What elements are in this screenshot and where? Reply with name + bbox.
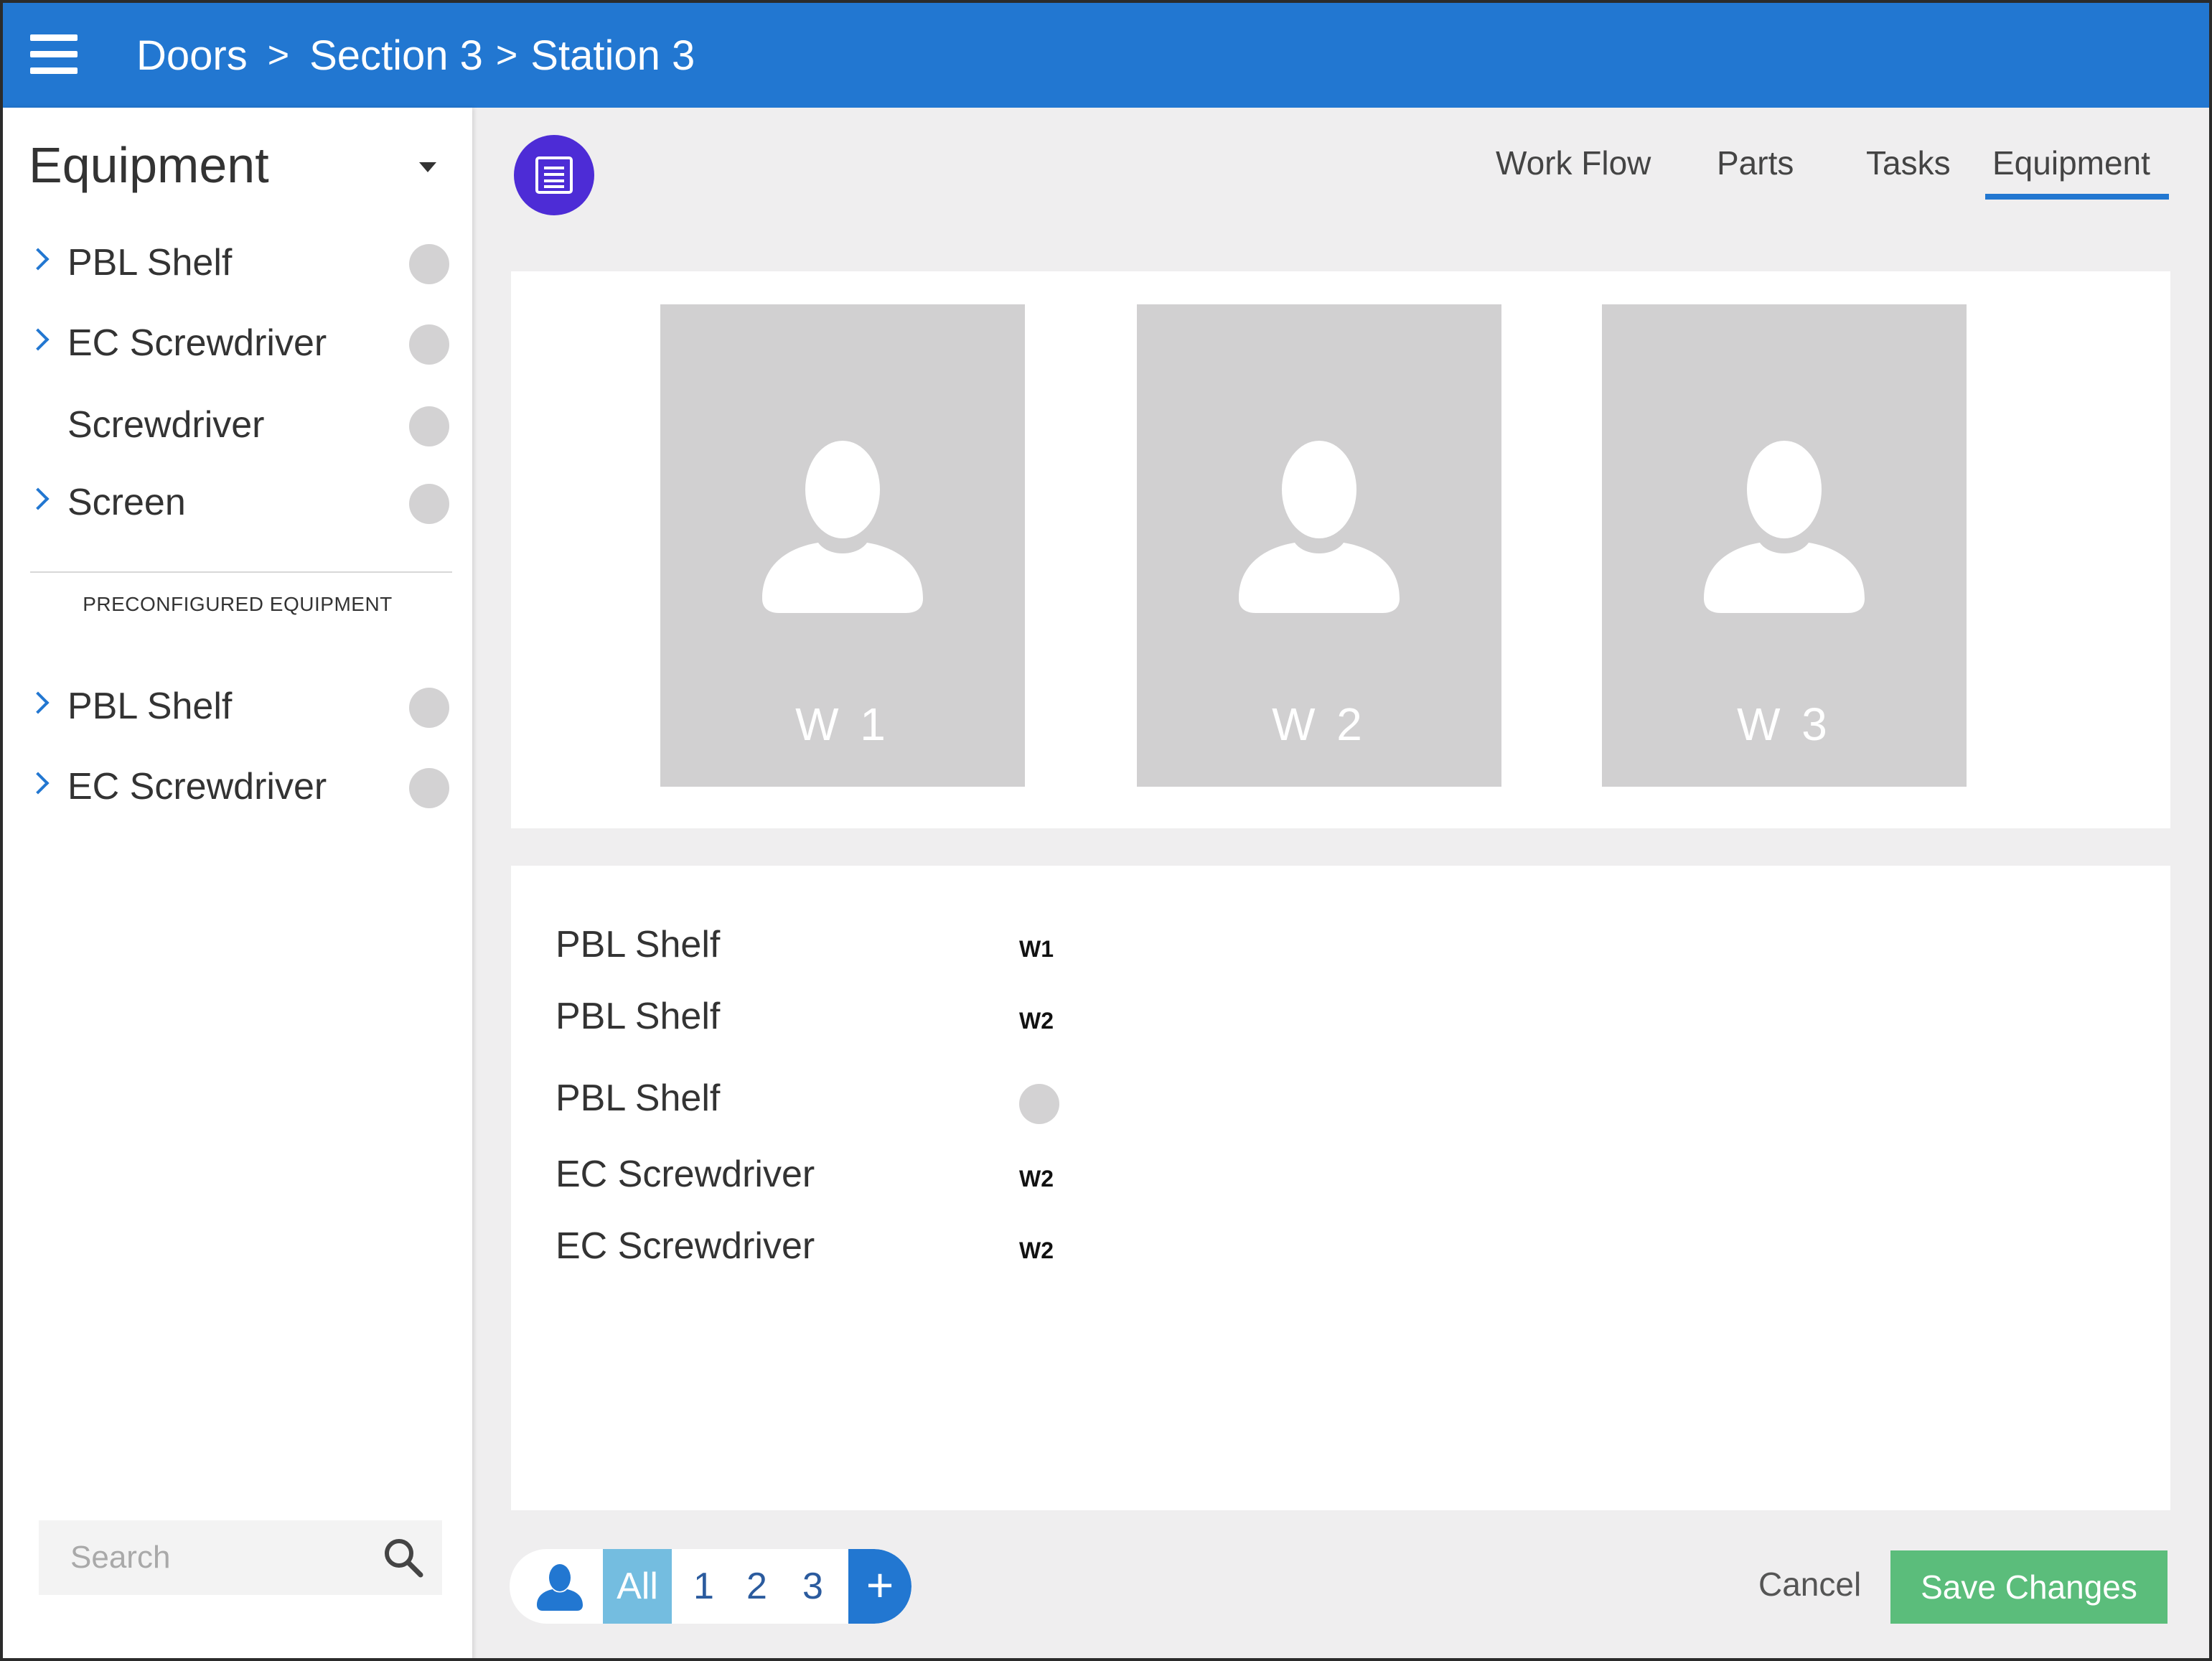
person-icon: [1239, 441, 1400, 613]
assignment-label[interactable]: W1: [1019, 936, 1054, 963]
list-item[interactable]: PBL Shelf: [556, 1077, 1273, 1134]
worker-label: W 2: [1272, 698, 1367, 750]
sidebar-item-label: PBL Shelf: [67, 686, 233, 727]
assignment-label[interactable]: W2: [1019, 1166, 1054, 1192]
equipment-name: PBL Shelf: [556, 1077, 721, 1119]
sidebar-item-label: EC Screwdriver: [67, 766, 327, 808]
filter-worker-3[interactable]: 3: [802, 1549, 823, 1624]
tab-work-flow[interactable]: Work Flow: [1496, 144, 1651, 182]
status-dot[interactable]: [409, 324, 449, 365]
chevron-right-icon[interactable]: [27, 691, 50, 714]
person-icon: [762, 441, 923, 613]
tab-tasks[interactable]: Tasks: [1866, 144, 1951, 182]
status-dot[interactable]: [409, 484, 449, 524]
sidebar-item[interactable]: EC Screwdriver: [3, 312, 472, 376]
worker-label: W 1: [795, 698, 890, 750]
status-dot[interactable]: [409, 406, 449, 446]
status-dot[interactable]: [409, 688, 449, 728]
tab-bar: Work Flow Parts Tasks Equipment: [3, 144, 2209, 201]
sidebar-item-label: EC Screwdriver: [67, 322, 327, 364]
preconfigured-heading: PRECONFIGURED EQUIPMENT: [83, 593, 393, 615]
sidebar-item[interactable]: EC Screwdriver: [3, 755, 472, 820]
search-icon[interactable]: [382, 1536, 425, 1579]
sidebar-item[interactable]: Screen: [3, 471, 472, 535]
list-item[interactable]: PBL Shelf W1: [556, 923, 1273, 981]
assignment-label[interactable]: W2: [1019, 1008, 1054, 1034]
chevron-right-icon[interactable]: [27, 328, 50, 351]
cancel-button[interactable]: Cancel: [1758, 1565, 1861, 1604]
chevron-right-icon[interactable]: [27, 487, 50, 510]
sidebar-item[interactable]: PBL Shelf: [3, 675, 472, 739]
search-input[interactable]: [39, 1520, 355, 1595]
equipment-list-panel: PBL Shelf W1 PBL Shelf W2 PBL Shelf EC S…: [511, 866, 2170, 1510]
add-worker-button[interactable]: +: [848, 1549, 911, 1624]
list-item[interactable]: PBL Shelf W2: [556, 995, 1273, 1052]
equipment-name: EC Screwdriver: [556, 1225, 815, 1267]
app-window: Doors > Section 3 > Station 3 Equipment …: [0, 0, 2212, 1661]
tab-parts[interactable]: Parts: [1717, 144, 1794, 182]
sidebar-item[interactable]: Screwdriver: [3, 393, 472, 458]
assignment-label[interactable]: W2: [1019, 1237, 1054, 1264]
unassigned-dot[interactable]: [1019, 1084, 1059, 1124]
active-tab-indicator: [1985, 194, 2169, 200]
sidebar: Equipment PBL Shelf EC Screwdriver Screw…: [3, 108, 472, 1658]
worker-label: W 3: [1737, 698, 1832, 750]
breadcrumb-separator: >: [495, 34, 518, 76]
filter-worker-1[interactable]: 1: [693, 1549, 714, 1624]
save-changes-button[interactable]: Save Changes: [1890, 1550, 2168, 1624]
breadcrumb-doors[interactable]: Doors: [136, 32, 248, 80]
sidebar-item[interactable]: PBL Shelf: [3, 231, 472, 296]
person-icon[interactable]: [537, 1563, 583, 1611]
status-dot[interactable]: [409, 244, 449, 284]
divider: [30, 571, 452, 573]
sidebar-item-label: Screwdriver: [67, 404, 265, 446]
tab-equipment[interactable]: Equipment: [1992, 144, 2150, 182]
breadcrumb-separator: >: [267, 34, 290, 76]
search-box: [39, 1520, 442, 1595]
status-dot[interactable]: [409, 768, 449, 808]
person-icon: [1704, 441, 1865, 613]
equipment-name: EC Screwdriver: [556, 1154, 815, 1195]
equipment-name: PBL Shelf: [556, 924, 721, 965]
chevron-right-icon[interactable]: [27, 248, 50, 271]
filter-all-button[interactable]: All: [603, 1549, 672, 1624]
top-bar: Doors > Section 3 > Station 3: [3, 3, 2209, 108]
worker-card[interactable]: W 1: [660, 304, 1025, 787]
sidebar-item-label: PBL Shelf: [67, 242, 233, 284]
list-item[interactable]: EC Screwdriver W2: [556, 1153, 1273, 1210]
breadcrumb: Doors > Section 3 > Station 3: [136, 30, 695, 80]
worker-filter: All 1 2 3 +: [510, 1549, 911, 1624]
worker-card[interactable]: W 2: [1137, 304, 1501, 787]
hamburger-icon[interactable]: [30, 34, 78, 75]
chevron-right-icon[interactable]: [27, 772, 50, 795]
breadcrumb-station[interactable]: Station 3: [530, 32, 695, 80]
filter-worker-2[interactable]: 2: [746, 1549, 767, 1624]
breadcrumb-section[interactable]: Section 3: [309, 32, 483, 80]
sidebar-item-label: Screen: [67, 482, 186, 523]
workers-panel: W 1 W 2 W 3: [511, 271, 2170, 828]
list-item[interactable]: EC Screwdriver W2: [556, 1225, 1273, 1282]
worker-card[interactable]: W 3: [1602, 304, 1967, 787]
equipment-name: PBL Shelf: [556, 996, 721, 1037]
